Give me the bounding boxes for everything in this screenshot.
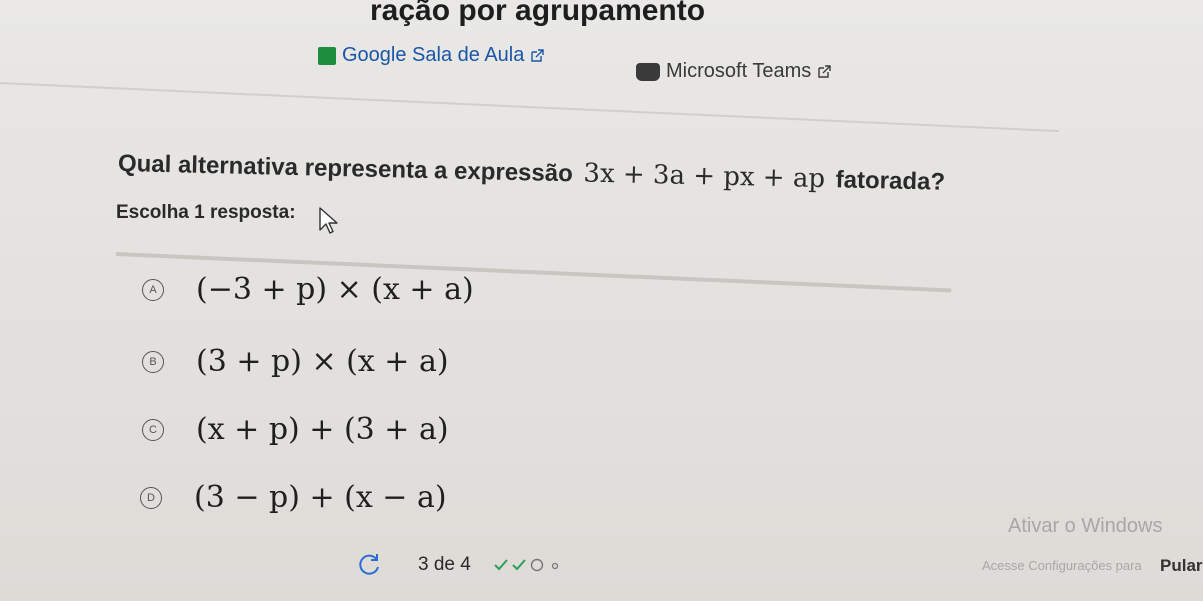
windows-activation-hint: Acesse Configurações para	[982, 558, 1142, 573]
external-link-icon	[818, 64, 831, 78]
google-classroom-icon	[318, 46, 336, 65]
answer-instruction: Escolha 1 resposta:	[116, 202, 296, 223]
answer-option-c[interactable]: C (x + p) + (3 + a)	[142, 412, 449, 447]
option-expression: (x + p) + (3 + a)	[196, 412, 449, 447]
skip-button[interactable]: Pular	[1160, 556, 1203, 576]
answer-option-b[interactable]: B (3 + p) × (x + a)	[142, 344, 449, 379]
microsoft-teams-icon	[636, 62, 660, 81]
check-icon	[494, 559, 508, 571]
microsoft-teams-link[interactable]: Microsoft Teams	[636, 60, 831, 83]
windows-activation-watermark: Ativar o Windows	[1008, 515, 1163, 537]
mouse-pointer-icon	[319, 207, 338, 234]
dot-icon	[551, 562, 558, 570]
question-text: Qual alternativa representa a expressão …	[118, 148, 946, 197]
google-classroom-label: Google Sala de Aula	[342, 44, 525, 66]
progress-steps	[493, 557, 563, 573]
microsoft-teams-label: Microsoft Teams	[666, 60, 812, 82]
question-expression: 3x + 3a + px + ap	[583, 158, 826, 195]
check-icon	[512, 559, 526, 571]
answer-option-d[interactable]: D (3 − p) + (x − a)	[140, 480, 447, 515]
option-expression: (3 − p) + (x − a)	[194, 480, 447, 515]
refresh-icon[interactable]	[356, 552, 382, 578]
external-link-icon	[531, 48, 545, 62]
option-letter-badge: C	[142, 418, 164, 441]
google-classroom-link[interactable]: Google Sala de Aula	[318, 44, 545, 67]
option-letter-badge: A	[142, 278, 164, 301]
answer-option-a[interactable]: A (−3 + p) × (x + a)	[142, 272, 474, 307]
page-title: ração por agrupamento	[370, 0, 706, 27]
header-divider	[0, 82, 1059, 133]
option-expression: (3 + p) × (x + a)	[196, 344, 449, 379]
option-expression: (−3 + p) × (x + a)	[196, 272, 474, 307]
question-prefix: Qual alternativa representa a expressão	[117, 150, 574, 188]
page: ração por agrupamento Google Sala de Aul…	[0, 0, 1203, 601]
progress-counter: 3 de 4	[418, 554, 471, 575]
progress-bar: 3 de 4	[356, 552, 563, 578]
circle-icon	[530, 558, 544, 572]
option-letter-badge: D	[140, 486, 162, 509]
option-letter-badge: B	[142, 350, 164, 373]
question-suffix: fatorada?	[835, 166, 946, 196]
